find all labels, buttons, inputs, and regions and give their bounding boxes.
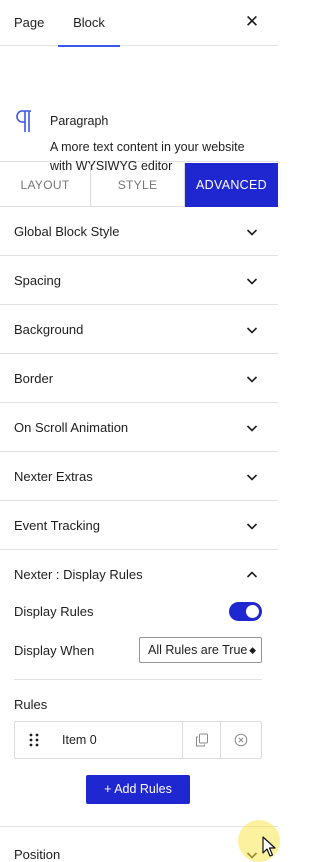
chevron-down-icon [246, 425, 258, 432]
close-icon[interactable]: ✕ [242, 12, 262, 32]
panel-global-block-style[interactable]: Global Block Style [0, 207, 278, 256]
display-rules-body: Display Rules Display When All Rules are… [0, 598, 278, 827]
panel-spacing[interactable]: Spacing [0, 256, 278, 305]
cursor-icon [262, 836, 276, 857]
remove-icon [234, 733, 248, 747]
copy-icon [195, 733, 208, 747]
select-arrow-icon: ◆ [247, 638, 256, 662]
inspector-tabs: Page Block ✕ [0, 0, 278, 47]
panel-position[interactable]: Position [0, 828, 278, 862]
panel-title: Event Tracking [14, 518, 100, 533]
block-title: Paragraph [50, 114, 109, 128]
panel-title: On Scroll Animation [14, 420, 129, 435]
rules-label: Rules [14, 697, 48, 712]
panel-title: Position [14, 847, 61, 862]
display-rules-label: Display Rules [14, 604, 94, 619]
tab-advanced[interactable]: ADVANCED [185, 163, 278, 207]
panel-title: Spacing [14, 273, 61, 288]
paragraph-icon [16, 110, 31, 132]
tab-style[interactable]: STYLE [91, 163, 185, 207]
chevron-down-icon [246, 376, 258, 383]
panel-title: Global Block Style [14, 224, 120, 239]
display-when-label: Display When [14, 643, 95, 658]
rule-item[interactable]: Item 0 [14, 721, 262, 759]
add-rules-button[interactable]: + Add Rules [86, 775, 190, 804]
panel-title: Nexter Extras [14, 469, 93, 484]
drag-handle-icon[interactable] [27, 732, 41, 748]
panel-border[interactable]: Border [0, 354, 278, 403]
chevron-down-icon [246, 278, 258, 285]
chevron-down-icon [246, 474, 258, 481]
display-rules-toggle[interactable] [229, 602, 262, 621]
rule-item-name: Item 0 [62, 733, 97, 747]
settings-segment: LAYOUT STYLE ADVANCED [0, 163, 278, 207]
block-card: Paragraph A more text content in your we… [0, 46, 278, 173]
panel-nexter-extras[interactable]: Nexter Extras [0, 452, 278, 501]
chevron-down-icon [246, 327, 258, 334]
chevron-down-icon [246, 523, 258, 530]
panel-display-rules[interactable]: Nexter : Display Rules [0, 550, 278, 599]
duplicate-rule-button[interactable] [182, 722, 220, 758]
panel-title: Border [14, 371, 54, 386]
panel-on-scroll-animation[interactable]: On Scroll Animation [0, 403, 278, 452]
chevron-up-icon [246, 571, 258, 578]
display-when-select[interactable]: All Rules are True ◆ [139, 637, 262, 663]
remove-rule-button[interactable] [220, 722, 261, 758]
tab-block[interactable]: Block [58, 0, 120, 47]
panel-title: Nexter : Display Rules [14, 567, 143, 582]
chevron-down-icon [246, 229, 258, 236]
panel-event-tracking[interactable]: Event Tracking [0, 501, 278, 550]
display-when-value: All Rules are True [148, 643, 248, 657]
tab-page[interactable]: Page [14, 0, 44, 46]
panel-background[interactable]: Background [0, 305, 278, 354]
panel-title: Background [14, 322, 84, 337]
divider [14, 679, 262, 680]
tab-layout[interactable]: LAYOUT [0, 163, 91, 207]
